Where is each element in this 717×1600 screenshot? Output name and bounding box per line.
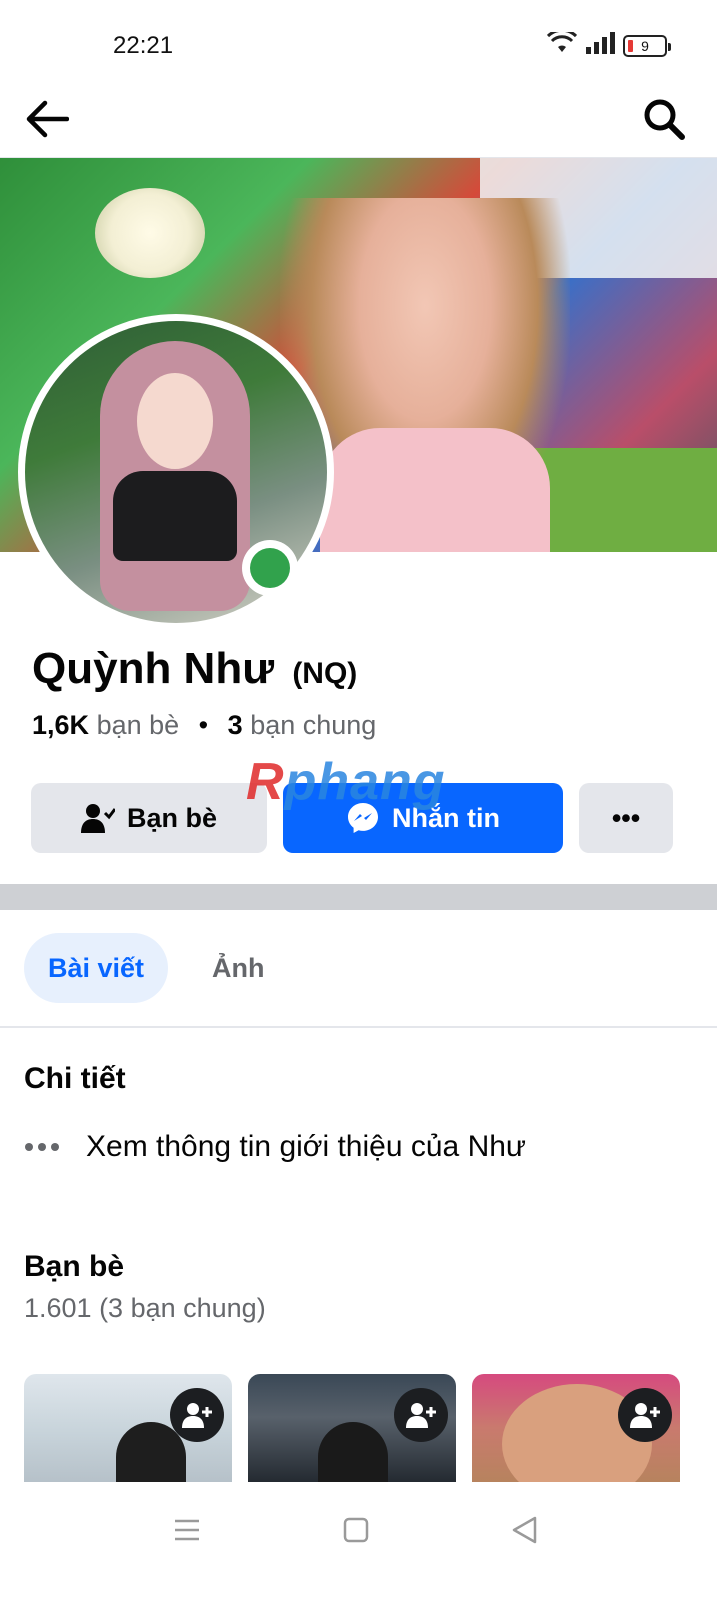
tabs-divider bbox=[0, 1026, 717, 1028]
profile-name: Quỳnh Như (NQ) bbox=[32, 644, 357, 694]
person-add-icon bbox=[406, 1403, 436, 1428]
tab-posts[interactable]: Bài viết bbox=[24, 933, 169, 1003]
profile-page: 22:21 9 Quỳnh Như (NQ) 1,6K bạn bè • 3 b… bbox=[0, 0, 717, 1600]
back-nav-button[interactable] bbox=[504, 1510, 544, 1550]
home-button[interactable] bbox=[336, 1510, 376, 1550]
friend-card[interactable] bbox=[248, 1374, 456, 1482]
profile-nickname: (NQ) bbox=[292, 657, 358, 690]
friend-card[interactable] bbox=[472, 1374, 680, 1482]
cover-subject bbox=[320, 428, 550, 552]
status-bar: 22:21 9 bbox=[0, 0, 717, 80]
system-navigation-bar bbox=[0, 1482, 717, 1600]
status-time: 22:21 bbox=[113, 32, 174, 59]
add-friend-button[interactable] bbox=[170, 1388, 224, 1442]
friends-section-title[interactable]: Bạn bè bbox=[24, 1250, 124, 1284]
friend-card[interactable] bbox=[24, 1374, 232, 1482]
avatar-subject bbox=[113, 471, 237, 561]
friends-section-subtitle: 1.601 (3 bạn chung) bbox=[24, 1293, 266, 1323]
wifi-icon bbox=[546, 28, 578, 59]
recent-apps-button[interactable] bbox=[167, 1510, 207, 1550]
friends-button[interactable]: Bạn bè bbox=[31, 783, 267, 853]
menu-icon bbox=[175, 1519, 199, 1541]
triangle-back-icon bbox=[512, 1516, 537, 1544]
status-icons: 9 bbox=[546, 28, 671, 59]
person-add-icon bbox=[630, 1403, 660, 1428]
about-info-text: Xem thông tin giới thiệu của Như bbox=[86, 1130, 526, 1163]
friends-stat[interactable]: 1,6K bạn bè bbox=[32, 710, 187, 740]
details-title: Chi tiết bbox=[24, 1062, 126, 1095]
watermark-logo: Rphang bbox=[246, 752, 446, 812]
profile-stats: 1,6K bạn bè • 3 bạn chung bbox=[32, 710, 376, 741]
top-nav bbox=[0, 80, 717, 158]
mutual-friends-stat[interactable]: 3 bạn chung bbox=[228, 710, 377, 740]
back-button[interactable] bbox=[20, 92, 74, 146]
friends-label: bạn bè bbox=[96, 710, 180, 740]
battery-icon: 9 bbox=[623, 34, 671, 57]
search-icon bbox=[644, 99, 685, 140]
cover-decoration bbox=[95, 188, 205, 278]
about-info-link[interactable]: Xem thông tin giới thiệu của Như bbox=[24, 1130, 526, 1164]
separator-dot: • bbox=[198, 710, 209, 740]
section-divider bbox=[0, 884, 717, 910]
friends-button-label: Bạn bè bbox=[126, 802, 218, 833]
more-icon: ••• bbox=[611, 802, 641, 833]
battery-level bbox=[628, 39, 633, 52]
add-friend-button[interactable] bbox=[394, 1388, 448, 1442]
watermark-part1: R bbox=[246, 753, 285, 811]
more-options-button[interactable]: ••• bbox=[579, 783, 673, 853]
mutual-count: 3 bbox=[227, 710, 243, 740]
more-horizontal-icon bbox=[25, 1143, 59, 1151]
signal-icon bbox=[585, 32, 615, 59]
arrow-left-icon bbox=[26, 100, 69, 138]
tab-photos[interactable]: Ảnh bbox=[188, 933, 288, 1003]
add-friend-button[interactable] bbox=[618, 1388, 672, 1442]
mutual-label: bạn chung bbox=[250, 710, 377, 740]
profile-tabs: Bài viết Ảnh bbox=[24, 932, 289, 1004]
friend-photo bbox=[318, 1422, 388, 1482]
watermark-part2: phang bbox=[284, 753, 446, 811]
friends-count: 1,6K bbox=[32, 710, 90, 740]
square-icon bbox=[343, 1517, 369, 1543]
profile-name-text: Quỳnh Như bbox=[32, 644, 275, 693]
avatar-subject bbox=[137, 373, 213, 469]
person-add-icon bbox=[182, 1403, 212, 1428]
search-button[interactable] bbox=[637, 92, 691, 146]
person-check-icon bbox=[80, 804, 115, 833]
online-status-indicator bbox=[242, 540, 298, 596]
battery-percent: 9 bbox=[641, 37, 649, 54]
